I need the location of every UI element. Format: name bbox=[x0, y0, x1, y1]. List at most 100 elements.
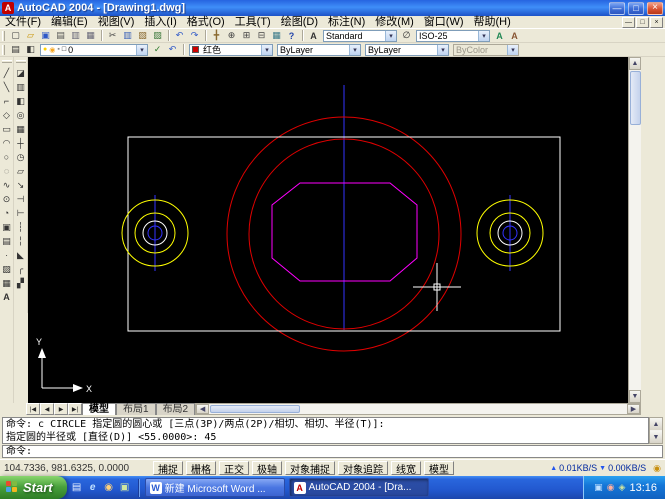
toggle-grid[interactable]: 栅格 bbox=[186, 461, 216, 475]
zoom-window-button[interactable]: ⊞ bbox=[239, 29, 254, 42]
zoom-previous-button[interactable]: ⊟ bbox=[254, 29, 269, 42]
scale-button[interactable]: ▱ bbox=[14, 164, 28, 178]
scroll-left-icon[interactable]: ◀ bbox=[196, 404, 209, 414]
minimize-button[interactable]: — bbox=[609, 2, 625, 15]
coordinate-readout[interactable]: 104.7336, 981.6325, 0.0000 bbox=[4, 463, 150, 474]
designcenter-button[interactable]: ▦ bbox=[269, 29, 284, 42]
mdi-minimize-button[interactable]: — bbox=[622, 17, 635, 28]
vertical-scrollbar[interactable]: ▲ ▼ bbox=[628, 57, 641, 403]
horizontal-scroll-track[interactable] bbox=[301, 404, 627, 414]
chevron-down-icon[interactable]: ▾ bbox=[261, 45, 272, 55]
communication-center-icon[interactable]: ◉ bbox=[653, 463, 661, 474]
scroll-up-icon[interactable]: ▲ bbox=[650, 418, 662, 430]
region-button[interactable]: ▦ bbox=[0, 276, 14, 290]
arc-button[interactable]: ◠ bbox=[0, 136, 14, 150]
toolbar-grip[interactable] bbox=[16, 60, 26, 63]
vertical-scroll-thumb[interactable] bbox=[630, 71, 641, 125]
show-desktop-icon[interactable]: ▤ bbox=[70, 480, 84, 496]
text-style-icon[interactable]: A bbox=[306, 29, 321, 42]
toolbar-grip[interactable] bbox=[2, 31, 5, 41]
array-button[interactable]: ▦ bbox=[14, 122, 28, 136]
line-button[interactable]: ╱ bbox=[0, 66, 14, 80]
make-block-button[interactable]: ▤ bbox=[0, 234, 14, 248]
copy-button[interactable]: ▥ bbox=[120, 29, 135, 42]
layer-states-button[interactable]: ◧ bbox=[23, 43, 38, 56]
spline-button[interactable]: ∿ bbox=[0, 178, 14, 192]
tab-layout2[interactable]: 布局2 bbox=[156, 403, 196, 415]
toggle-lineweight[interactable]: 线宽 bbox=[391, 461, 421, 475]
toolbar-grip[interactable] bbox=[2, 60, 12, 63]
close-button[interactable]: × bbox=[647, 2, 663, 15]
pan-button[interactable]: ╋ bbox=[209, 29, 224, 42]
chevron-down-icon[interactable]: ▾ bbox=[437, 45, 448, 55]
scroll-down-icon[interactable]: ▼ bbox=[650, 431, 662, 443]
media-player-icon[interactable]: ◉ bbox=[102, 480, 116, 496]
toggle-ortho[interactable]: 正交 bbox=[219, 461, 249, 475]
trim-button[interactable]: ⊣ bbox=[14, 192, 28, 206]
menu-window[interactable]: 窗口(W) bbox=[419, 16, 469, 29]
new-button[interactable]: ▢ bbox=[8, 29, 23, 42]
toggle-model[interactable]: 模型 bbox=[424, 461, 454, 475]
revision-cloud-button[interactable]: ◌ bbox=[0, 164, 14, 178]
task-autocad[interactable]: A AutoCAD 2004 - [Dra... bbox=[289, 478, 429, 497]
menu-tools[interactable]: 工具(T) bbox=[230, 16, 276, 29]
match-properties-button[interactable]: ▨ bbox=[150, 29, 165, 42]
construction-line-button[interactable]: ╲ bbox=[0, 80, 14, 94]
stretch-button[interactable]: ↘ bbox=[14, 178, 28, 192]
dim-style-icon[interactable]: ∅ bbox=[399, 29, 414, 42]
move-button[interactable]: ┼ bbox=[14, 136, 28, 150]
scroll-up-icon[interactable]: ▲ bbox=[629, 57, 641, 70]
chevron-down-icon[interactable]: ▾ bbox=[349, 45, 360, 55]
undo-button[interactable]: ↶ bbox=[172, 29, 187, 42]
menu-insert[interactable]: 插入(I) bbox=[139, 16, 181, 29]
break-at-point-button[interactable]: ┆ bbox=[14, 220, 28, 234]
fillet-button[interactable]: ╭ bbox=[14, 262, 28, 276]
vertical-scroll-track[interactable] bbox=[629, 126, 641, 390]
cut-button[interactable]: ✂ bbox=[105, 29, 120, 42]
break-button[interactable]: ╎ bbox=[14, 234, 28, 248]
antivirus-icon[interactable]: ◉ bbox=[607, 482, 615, 493]
help-button[interactable]: ? bbox=[284, 29, 299, 42]
save-button[interactable]: ▣ bbox=[38, 29, 53, 42]
dim-style-combobox[interactable]: ISO-25 ▾ bbox=[416, 30, 490, 42]
insert-block-button[interactable]: ▣ bbox=[0, 220, 14, 234]
chevron-down-icon[interactable]: ▾ bbox=[136, 45, 147, 55]
dim-style-manager-button[interactable]: A bbox=[507, 29, 522, 42]
chevron-down-icon[interactable]: ▾ bbox=[478, 31, 489, 41]
multiline-text-button[interactable]: A bbox=[0, 290, 14, 304]
layer-bulb-icon[interactable]: ● bbox=[43, 46, 47, 53]
drawing-canvas[interactable]: Y X bbox=[28, 57, 628, 403]
menu-help[interactable]: 帮助(H) bbox=[469, 16, 516, 29]
polyline-button[interactable]: ⌐ bbox=[0, 94, 14, 108]
tab-first-button[interactable]: |◀ bbox=[26, 403, 40, 415]
menu-file[interactable]: 文件(F) bbox=[0, 16, 46, 29]
toggle-snap[interactable]: 捕捉 bbox=[153, 461, 183, 475]
ellipse-arc-button[interactable]: ◔ bbox=[0, 206, 14, 220]
extend-button[interactable]: ⊢ bbox=[14, 206, 28, 220]
linetype-combobox[interactable]: ByLayer ▾ bbox=[277, 44, 361, 56]
lineweight-combobox[interactable]: ByLayer ▾ bbox=[365, 44, 449, 56]
ellipse-button[interactable]: ⊙ bbox=[0, 192, 14, 206]
circle-button[interactable]: ○ bbox=[0, 150, 14, 164]
layer-lock-icon[interactable]: ▪ bbox=[57, 46, 59, 53]
redo-button[interactable]: ↷ bbox=[187, 29, 202, 42]
folder-icon[interactable]: ▣ bbox=[118, 480, 132, 496]
mdi-restore-button[interactable]: □ bbox=[636, 17, 649, 28]
point-button[interactable]: ∙ bbox=[0, 248, 14, 262]
tab-layout1[interactable]: 布局1 bbox=[116, 403, 156, 415]
command-history[interactable]: 命令: c CIRCLE 指定圆的圆心或 [三点(3P)/两点(2P)/相切、相… bbox=[2, 417, 649, 444]
polygon-button[interactable]: ◇ bbox=[0, 108, 14, 122]
open-button[interactable]: ▱ bbox=[23, 29, 38, 42]
copy-object-button[interactable]: ▥ bbox=[14, 80, 28, 94]
command-input[interactable]: 命令: bbox=[2, 445, 663, 458]
hatch-button[interactable]: ▨ bbox=[0, 262, 14, 276]
layer-sun-icon[interactable]: ◉ bbox=[49, 46, 55, 54]
command-scrollbar[interactable]: ▲ ▼ bbox=[649, 417, 663, 444]
horizontal-scroll-thumb[interactable] bbox=[210, 405, 300, 413]
text-style-combobox[interactable]: Standard ▾ bbox=[323, 30, 397, 42]
internet-explorer-icon[interactable]: e bbox=[86, 480, 100, 496]
tab-next-button[interactable]: ▶ bbox=[54, 403, 68, 415]
toggle-otrack[interactable]: 对象追踪 bbox=[338, 461, 388, 475]
tab-previous-button[interactable]: ◀ bbox=[40, 403, 54, 415]
toggle-osnap[interactable]: 对象捕捉 bbox=[285, 461, 335, 475]
